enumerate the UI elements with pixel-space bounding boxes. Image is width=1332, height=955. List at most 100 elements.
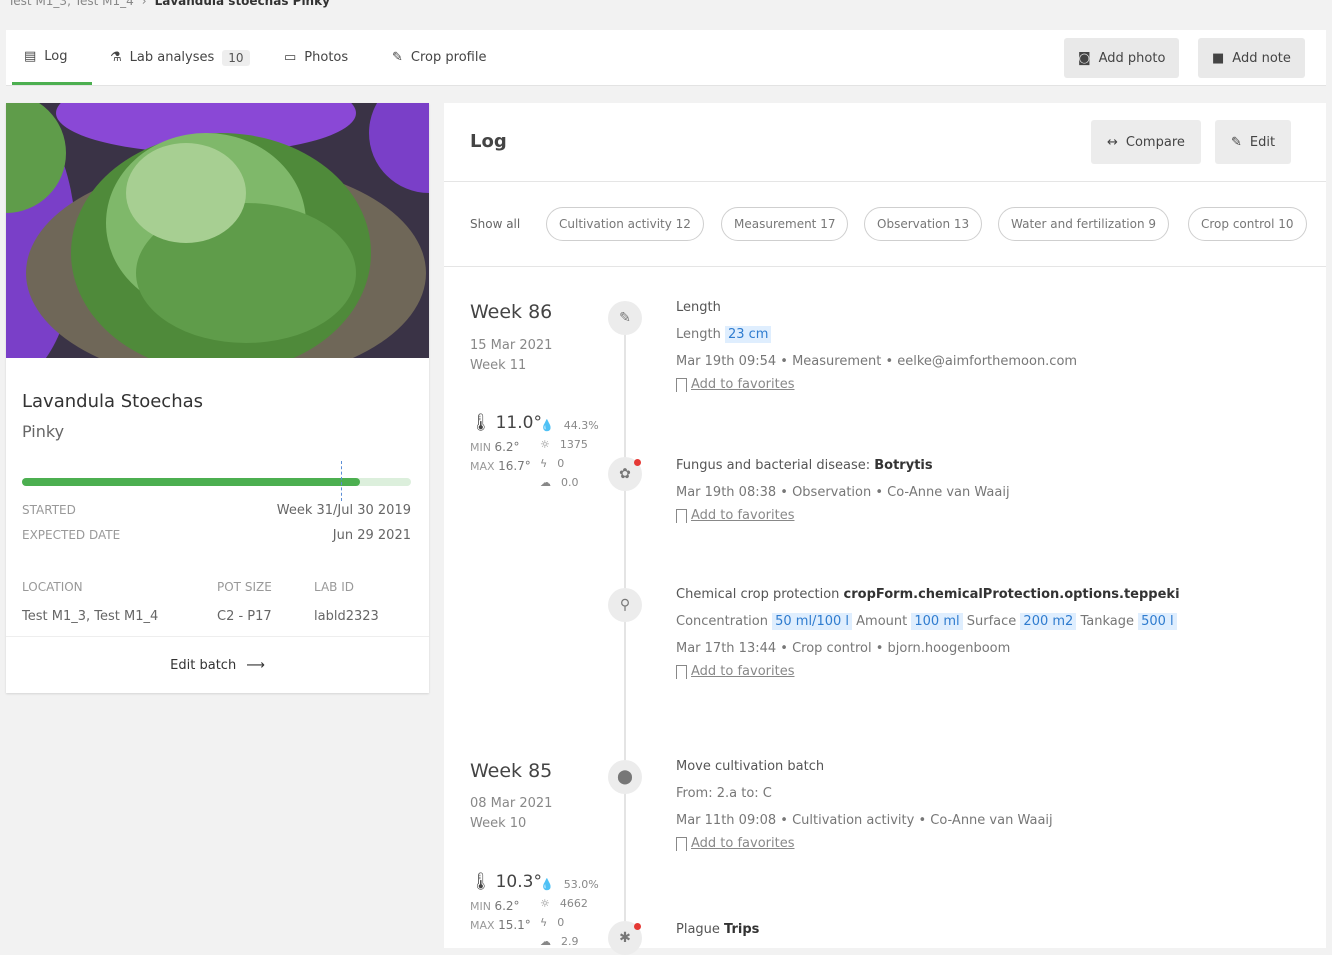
progress-fill bbox=[22, 478, 361, 486]
tankage-value: 500 l bbox=[1138, 613, 1177, 630]
bookmark-icon bbox=[676, 836, 687, 851]
bookmark-icon bbox=[676, 508, 687, 523]
arrow-right-icon: ⟶ bbox=[246, 657, 265, 673]
breadcrumb-parent[interactable]: Test M1_3, Test M1_4 bbox=[8, 0, 134, 8]
edit-batch-button[interactable]: Edit batch ⟶ bbox=[6, 636, 429, 693]
log-entry: Fungus and bacterial disease: Botrytis M… bbox=[676, 458, 1316, 523]
bug-icon: ✱ bbox=[608, 921, 642, 955]
lavender-image bbox=[6, 103, 429, 358]
show-all-filter[interactable]: Show all bbox=[470, 217, 520, 231]
add-to-favorites-link[interactable]: Add to favorites bbox=[676, 377, 1316, 392]
max-value: 15.1° bbox=[498, 918, 531, 932]
week-calendar-date: 08 Mar 2021 bbox=[470, 796, 553, 811]
add-photo-button[interactable]: ◙ Add photo bbox=[1064, 38, 1180, 78]
chevron-right-icon: › bbox=[141, 0, 147, 8]
favorites-label: Add to favorites bbox=[691, 377, 795, 392]
add-to-favorites-link[interactable]: Add to favorites bbox=[676, 508, 1316, 523]
rain-icon: ☁ bbox=[540, 935, 551, 948]
week-number: Week 10 bbox=[470, 816, 527, 831]
filter-chip-measurement[interactable]: Measurement 17 bbox=[721, 207, 849, 241]
note-icon: ■ bbox=[1212, 50, 1225, 66]
min-max-temp: MIN 6.2° MAX 15.1° bbox=[470, 897, 531, 935]
min-label: MIN bbox=[470, 900, 491, 913]
temperature-value: 11.0° bbox=[495, 413, 542, 433]
light-value: 4662 bbox=[559, 897, 588, 910]
max-label: MAX bbox=[470, 919, 495, 932]
entry-title: Plague Trips bbox=[676, 922, 1316, 937]
filter-chip-observation[interactable]: Observation 13 bbox=[864, 207, 983, 241]
humidity-value: 44.3% bbox=[563, 419, 599, 432]
entry-title-strong: Trips bbox=[724, 922, 760, 937]
alert-dot bbox=[634, 459, 641, 466]
filter-chip-water-fertilization[interactable]: Water and fertilization 9 bbox=[998, 207, 1170, 241]
alert-dot bbox=[634, 923, 641, 930]
tab-log[interactable]: ▤ Log bbox=[12, 30, 92, 85]
batch-card: Lavandula Stoechas Pinky STARTED Week 31… bbox=[6, 103, 429, 693]
tab-bar: ▤ Log ⚗ Lab analyses 10 ▭ Photos ✎ Crop … bbox=[6, 30, 1326, 86]
started-value: Week 31/Jul 30 2019 bbox=[276, 503, 411, 518]
entry-title-prefix: Chemical crop protection bbox=[676, 587, 844, 602]
detail-label: Length bbox=[676, 327, 721, 342]
log-entry: Plague Trips bbox=[676, 922, 1316, 937]
image-icon: ▭ bbox=[284, 50, 297, 65]
expected-label: EXPECTED DATE bbox=[22, 528, 121, 542]
detail-value: 23 cm bbox=[724, 326, 772, 343]
tab-label: Lab analyses bbox=[129, 50, 215, 65]
filter-chip-crop-control[interactable]: Crop control 10 bbox=[1188, 207, 1307, 241]
count-badge: 10 bbox=[222, 49, 250, 66]
tab-crop-profile[interactable]: ✎ Crop profile bbox=[380, 30, 498, 85]
temperature-value: 10.3° bbox=[495, 872, 542, 892]
tankage-label: Tankage bbox=[1080, 614, 1134, 629]
entry-title-strong: cropForm.chemicalProtection.options.tepp… bbox=[843, 587, 1180, 602]
tab-lab-analyses[interactable]: ⚗ Lab analyses 10 bbox=[98, 30, 262, 85]
add-to-favorites-link[interactable]: Add to favorites bbox=[676, 664, 1316, 679]
entry-meta: Mar 11th 09:08 • Cultivation activity • … bbox=[676, 813, 1053, 828]
spray-icon: ⚲ bbox=[608, 588, 642, 622]
potsize-value: C2 - P17 bbox=[217, 609, 272, 624]
humidity-value: 53.0% bbox=[563, 878, 599, 891]
camera-icon: ◙ bbox=[1078, 50, 1091, 66]
entry-title-strong: Botrytis bbox=[874, 458, 933, 473]
min-max-temp: MIN 6.2° MAX 16.7° bbox=[470, 438, 531, 476]
temperature: 🌡 11.0° bbox=[470, 413, 542, 433]
min-label: MIN bbox=[470, 441, 491, 454]
breadcrumb-current: Lavandula stoechas Pinky bbox=[154, 0, 330, 8]
plant-photo[interactable] bbox=[6, 103, 429, 358]
location-label: LOCATION bbox=[22, 580, 83, 594]
week-number: Week 11 bbox=[470, 358, 527, 373]
button-label: Add photo bbox=[1098, 50, 1166, 66]
tab-photos[interactable]: ▭ Photos bbox=[272, 30, 360, 85]
potsize-label: POT SIZE bbox=[217, 580, 272, 594]
tab-label: Photos bbox=[304, 50, 349, 65]
expected-row: EXPECTED DATE Jun 29 2021 bbox=[22, 528, 411, 543]
wind-icon: ϟ bbox=[540, 457, 548, 470]
add-note-button[interactable]: ■ Add note bbox=[1198, 38, 1305, 78]
rain-value: 0.0 bbox=[561, 476, 579, 489]
surface-value: 200 m2 bbox=[1020, 613, 1077, 630]
humidity-icon: 💧 bbox=[540, 419, 554, 432]
thermometer-icon: 🌡 bbox=[470, 872, 492, 892]
tab-label: Log bbox=[44, 48, 68, 64]
max-label: MAX bbox=[470, 460, 495, 473]
light-value: 1375 bbox=[559, 438, 588, 451]
button-label: Edit batch bbox=[170, 657, 237, 673]
entry-title: Length bbox=[676, 300, 721, 315]
wind-value: 0 bbox=[557, 916, 565, 929]
week-date: 08 Mar 2021 Week 10 bbox=[470, 794, 552, 834]
log-header: Log ↔ Compare ✎ Edit bbox=[444, 103, 1326, 182]
compare-button[interactable]: ↔ Compare bbox=[1091, 120, 1201, 164]
filter-chip-cultivation[interactable]: Cultivation activity 12 bbox=[546, 207, 704, 241]
ruler-icon: ✎ bbox=[608, 301, 642, 335]
add-to-favorites-link[interactable]: Add to favorites bbox=[676, 836, 1316, 851]
edit-button[interactable]: ✎ Edit bbox=[1215, 120, 1292, 164]
entry-title-prefix: Plague bbox=[676, 922, 725, 937]
breadcrumb: Test M1_3, Test M1_4 › Lavandula stoechas … bbox=[8, 0, 330, 8]
week-title: Week 85 bbox=[470, 760, 553, 782]
entry-meta: Mar 19th 09:54 • Measurement • eelke@aim… bbox=[676, 354, 1078, 369]
entry-title-prefix: Fungus and bacterial disease: bbox=[676, 458, 875, 473]
surface-label: Surface bbox=[966, 614, 1017, 629]
week-calendar-date: 15 Mar 2021 bbox=[470, 338, 553, 353]
thermometer-icon: 🌡 bbox=[470, 413, 492, 433]
location-value: Test M1_3, Test M1_4 bbox=[22, 609, 159, 624]
favorites-label: Add to favorites bbox=[691, 664, 795, 679]
